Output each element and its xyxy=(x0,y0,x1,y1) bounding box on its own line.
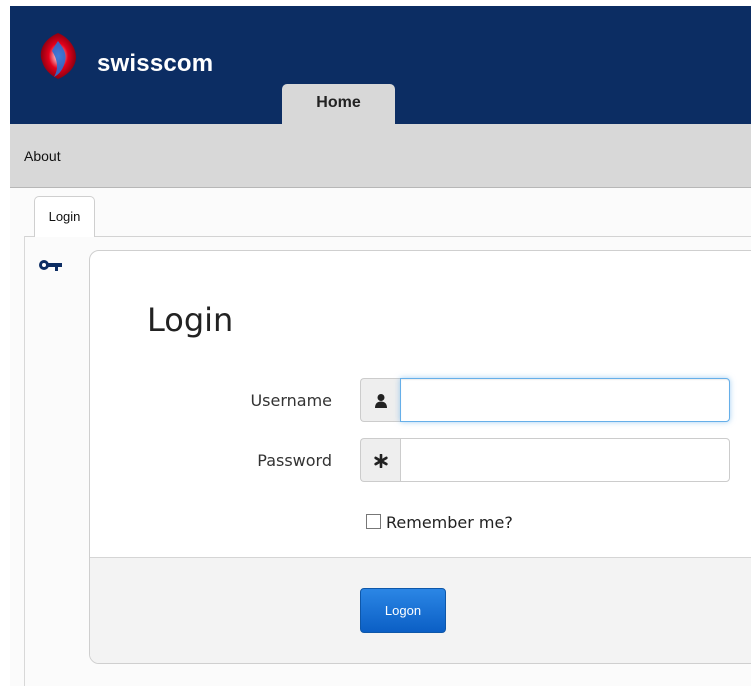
tab-home[interactable]: Home xyxy=(282,84,395,126)
sub-navigation: About xyxy=(10,124,751,188)
login-title: Login xyxy=(147,301,234,339)
password-input[interactable] xyxy=(400,438,730,482)
remember-me-label[interactable]: Remember me? xyxy=(386,513,513,532)
tab-divider xyxy=(24,236,751,237)
password-label: Password xyxy=(257,451,332,470)
login-panel: Login Username Password Remember me? Log… xyxy=(89,250,751,664)
side-divider xyxy=(24,236,25,686)
user-icon xyxy=(360,378,400,422)
asterisk-icon xyxy=(360,438,400,482)
swisscom-logo-icon xyxy=(40,33,76,79)
brand-name: swisscom xyxy=(97,50,214,77)
logon-button[interactable]: Logon xyxy=(360,588,446,633)
key-icon xyxy=(39,260,62,271)
username-label: Username xyxy=(250,391,332,410)
username-input[interactable] xyxy=(400,378,730,422)
nav-item-about[interactable]: About xyxy=(24,148,61,164)
tab-login[interactable]: Login xyxy=(34,196,95,237)
remember-me-checkbox[interactable] xyxy=(366,514,381,529)
